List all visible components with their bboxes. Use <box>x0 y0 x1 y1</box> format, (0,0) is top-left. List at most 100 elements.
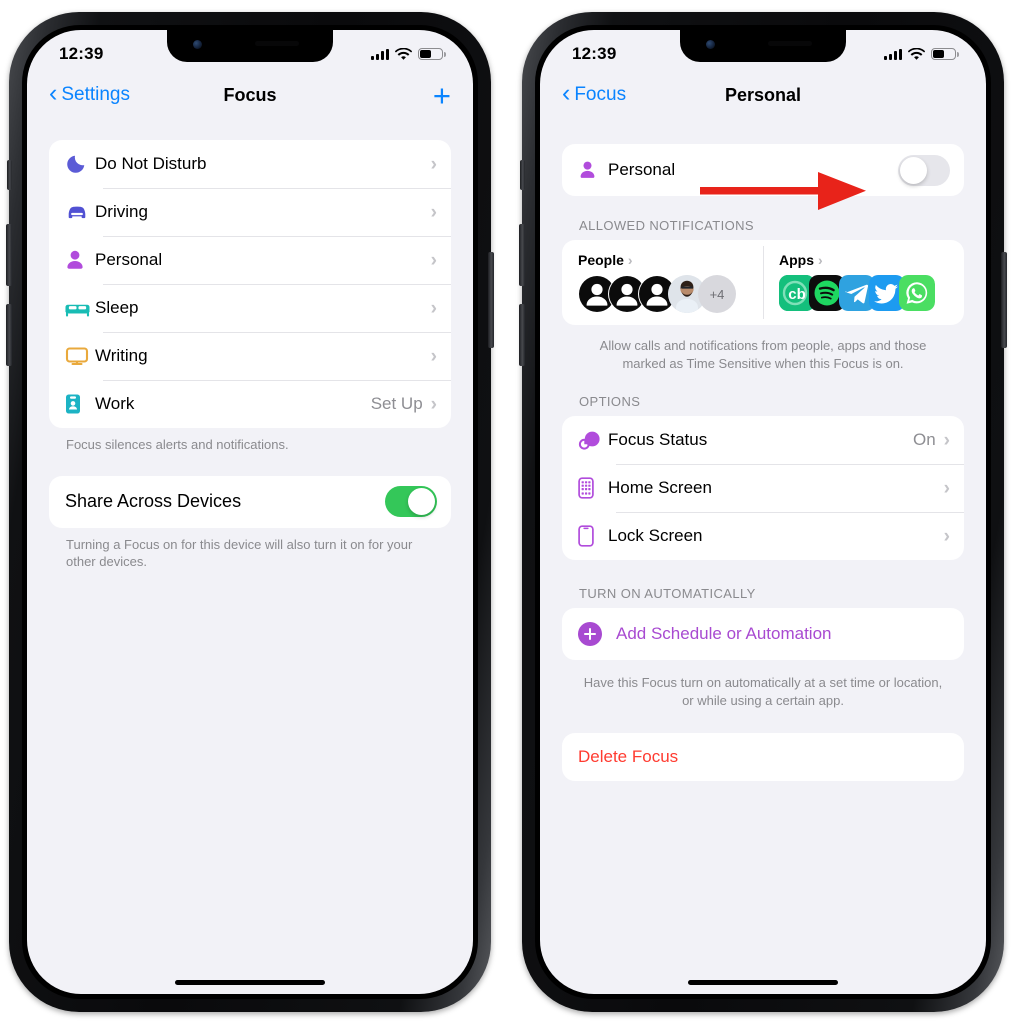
car-icon <box>65 201 95 223</box>
option-row-lock-screen[interactable]: Lock Screen › <box>562 512 964 560</box>
chevron-right-icon: › <box>943 477 950 499</box>
home-indicator[interactable] <box>175 980 325 985</box>
device-bezel: 12:39 ‹ Focus Personal Personal ALLOWED … <box>535 25 991 999</box>
delete-focus-card: Delete Focus <box>562 733 964 782</box>
back-to-focus-button[interactable]: ‹ Focus <box>562 79 627 107</box>
back-to-settings-button[interactable]: ‹ Settings <box>49 79 130 107</box>
notch <box>680 30 846 62</box>
row-label: Writing <box>95 346 148 365</box>
toggle-knob <box>900 156 927 184</box>
screenshot-stage: 12:39 ‹ Settings Focus + Do Not Disturb … <box>0 0 1016 1024</box>
row-label: Lock Screen <box>608 526 703 546</box>
focus-row-writing[interactable]: Writing › <box>49 332 451 380</box>
monitor-icon <box>65 345 95 367</box>
power-button[interactable] <box>1001 252 1007 348</box>
silence-switch-button[interactable] <box>520 160 525 190</box>
volume-down-button[interactable] <box>6 304 12 366</box>
volume-down-button[interactable] <box>519 304 525 366</box>
personal-focus-content: Personal ALLOWED NOTIFICATIONS People › <box>540 122 986 994</box>
home-indicator[interactable] <box>688 980 838 985</box>
battery-icon <box>931 47 959 61</box>
earpiece-speaker-icon <box>255 41 299 46</box>
add-schedule-label: Add Schedule or Automation <box>616 624 832 644</box>
focus-settings-screen: 12:39 ‹ Settings Focus + Do Not Disturb … <box>27 30 473 994</box>
allowed-notifications-card: People › +4 Apps › cb <box>562 240 964 325</box>
signal-bars-icon <box>370 48 389 60</box>
earpiece-speaker-icon <box>768 41 812 46</box>
personal-focus-toggle[interactable] <box>898 154 950 186</box>
volume-up-button[interactable] <box>519 224 525 286</box>
status-time: 12:39 <box>572 44 617 63</box>
option-row-focus-status[interactable]: Focus Status On › <box>562 416 964 464</box>
person-icon <box>65 249 95 271</box>
chevron-right-icon: › <box>430 345 437 367</box>
bed-icon <box>65 298 95 318</box>
chevron-right-icon: › <box>430 201 437 223</box>
people-avatars: +4 <box>578 275 763 313</box>
options-header: OPTIONS <box>579 394 641 410</box>
people-card-header: People › <box>578 252 763 268</box>
row-label: Home Screen <box>608 478 712 498</box>
options-card: Focus Status On › Home Screen › Lock Scr… <box>562 416 964 561</box>
chevron-right-icon: › <box>430 393 437 415</box>
focus-modes-card: Do Not Disturb › Driving › Personal › Sl… <box>49 140 451 428</box>
signal-bars-icon <box>883 48 902 60</box>
wifi-icon <box>395 47 412 60</box>
overflow-avatar: +4 <box>698 275 736 313</box>
delete-focus-row[interactable]: Delete Focus <box>562 733 964 781</box>
row-value: Set Up <box>370 394 423 413</box>
status-time: 12:39 <box>59 44 104 63</box>
iphone-left-device: 12:39 ‹ Settings Focus + Do Not Disturb … <box>6 12 494 1012</box>
share-across-devices-label: Share Across Devices <box>65 491 242 512</box>
focus-row-sleep[interactable]: Sleep › <box>49 284 451 332</box>
badge-icon <box>65 393 95 415</box>
row-label: Driving <box>95 202 148 221</box>
focus-row-personal[interactable]: Personal › <box>49 236 451 284</box>
focus-list-content: Do Not Disturb › Driving › Personal › Sl… <box>27 122 473 994</box>
add-focus-button[interactable]: + <box>433 80 451 111</box>
apps-label: Apps <box>779 252 814 268</box>
share-across-devices-card: Share Across Devices <box>49 475 451 528</box>
chevron-right-icon: › <box>430 153 437 175</box>
row-label: Focus Status <box>608 430 708 450</box>
focus-row-driving[interactable]: Driving › <box>49 188 451 236</box>
app-icon-stack: cb <box>779 275 964 311</box>
device-bezel: 12:39 ‹ Settings Focus + Do Not Disturb … <box>22 25 478 999</box>
personal-enable-card: Personal <box>562 144 964 196</box>
chevron-right-icon: › <box>818 252 823 268</box>
delete-focus-label: Delete Focus <box>578 747 679 767</box>
chevron-left-icon: ‹ <box>49 79 58 107</box>
nav-bar-personal: ‹ Focus Personal <box>540 70 986 120</box>
wifi-icon <box>908 47 925 60</box>
plus-circle-icon <box>578 622 602 647</box>
apps-card[interactable]: Apps › cb <box>763 240 964 325</box>
toggle-knob <box>408 488 435 516</box>
chevron-left-icon: ‹ <box>562 79 571 107</box>
focus-row-do-not-disturb[interactable]: Do Not Disturb › <box>49 140 451 188</box>
row-value: On <box>912 430 936 450</box>
share-across-devices-row[interactable]: Share Across Devices <box>49 476 451 528</box>
share-across-devices-toggle[interactable] <box>385 486 437 518</box>
people-label: People <box>578 252 624 268</box>
row-label: Sleep <box>95 298 139 317</box>
power-button[interactable] <box>488 252 494 348</box>
row-label: Work <box>95 394 135 413</box>
apps-card-header: Apps › <box>779 252 964 268</box>
turn-on-automatically-header: TURN ON AUTOMATICALLY <box>579 586 756 602</box>
back-label: Focus <box>574 84 627 105</box>
silence-switch-button[interactable] <box>7 160 12 190</box>
focus-row-work[interactable]: Work Set Up › <box>49 380 451 428</box>
personal-enable-row[interactable]: Personal <box>562 144 964 196</box>
volume-up-button[interactable] <box>6 224 12 286</box>
personal-focus-screen: 12:39 ‹ Focus Personal Personal ALLOWED … <box>540 30 986 994</box>
battery-icon <box>418 47 446 61</box>
chevron-right-icon: › <box>627 252 633 268</box>
lock-screen-icon <box>578 525 608 547</box>
chevron-right-icon: › <box>943 429 950 451</box>
add-schedule-row[interactable]: Add Schedule or Automation <box>562 608 964 660</box>
people-card[interactable]: People › +4 <box>562 240 763 325</box>
person-icon <box>578 160 608 180</box>
allowed-notifications-footnote: Allow calls and notifications from peopl… <box>599 338 927 371</box>
nav-bar-focus: ‹ Settings Focus + <box>27 70 473 120</box>
option-row-home-screen[interactable]: Home Screen › <box>562 464 964 512</box>
